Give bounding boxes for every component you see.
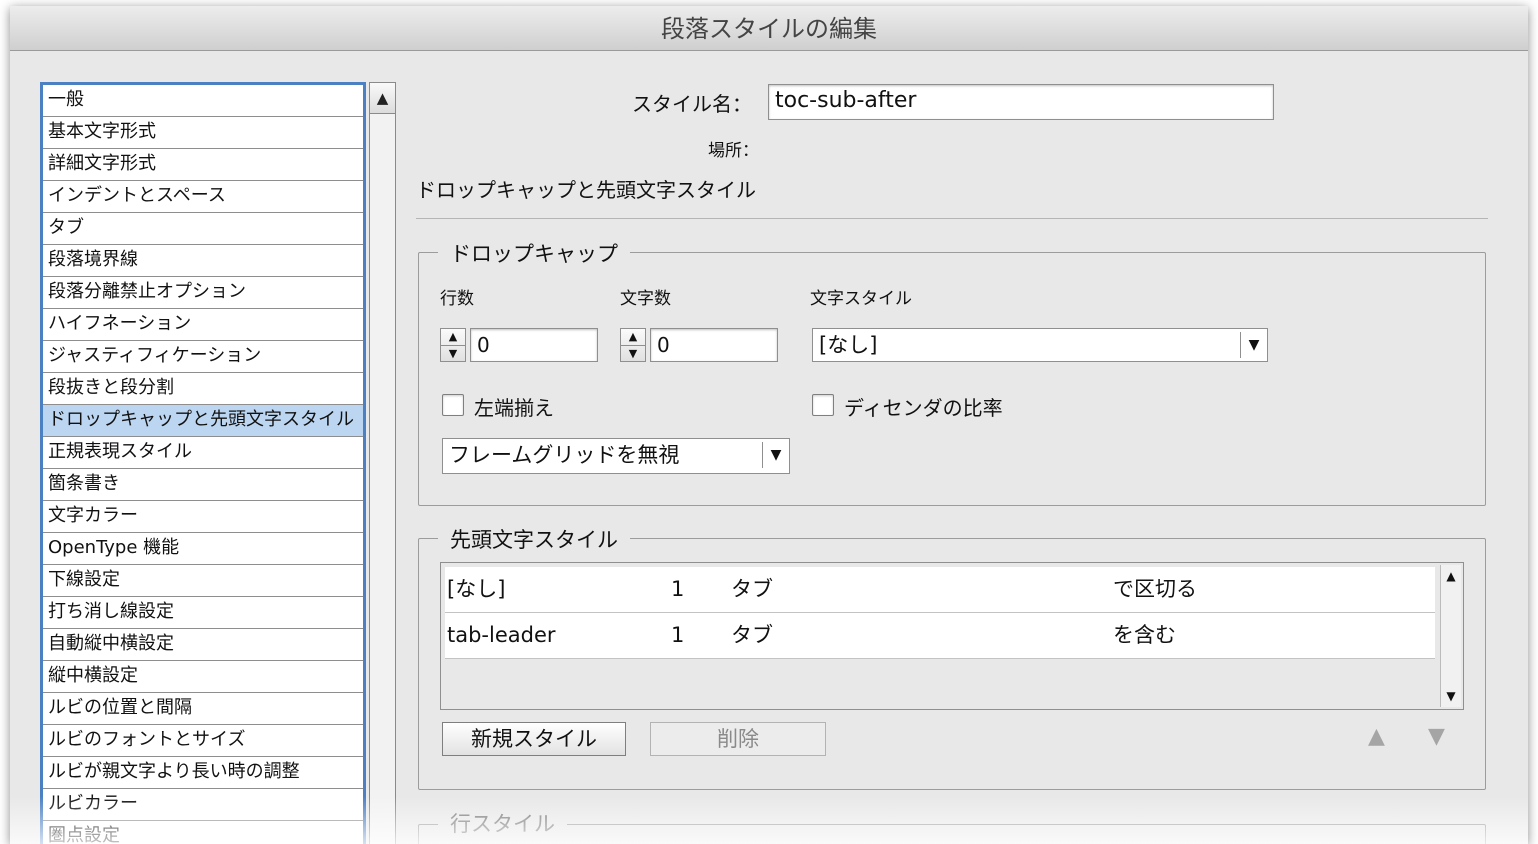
category-item[interactable]: ルビカラー <box>43 789 363 821</box>
delete-button[interactable]: 削除 <box>650 722 826 756</box>
nested-styles-table[interactable]: ▲ ▼ [なし] 1 タブ で区切る tab-leader 1 タブ を含む <box>440 562 1464 710</box>
move-up-arrow-icon[interactable]: ▲ <box>1368 724 1385 749</box>
chars-label: 文字数 <box>620 289 671 309</box>
cell-style: tab-leader <box>447 623 556 647</box>
cell-delimiter: タブ <box>731 623 773 647</box>
category-item[interactable]: 文字カラー <box>43 501 363 533</box>
category-item[interactable]: ハイフネーション <box>43 309 363 341</box>
category-list[interactable]: 一般 基本文字形式 詳細文字形式 インデントとスペース タブ 段落境界線 段落分離禁止オプシ… <box>40 82 366 844</box>
section-title: ドロップキャップと先頭文字スタイル <box>416 178 756 202</box>
category-item[interactable]: OpenType 機能 <box>43 533 363 565</box>
cell-mode: を含む <box>1113 623 1176 647</box>
scroll-up-arrow-icon[interactable]: ▲ <box>370 83 395 114</box>
frame-grid-value: フレームグリッドを無視 <box>449 443 680 467</box>
align-left-checkbox[interactable] <box>442 394 464 416</box>
drop-cap-group-title: ドロップキャップ <box>438 238 630 268</box>
cell-count: 1 <box>671 623 685 647</box>
category-item[interactable]: ルビのフォントとサイズ <box>43 725 363 757</box>
lines-label: 行数 <box>440 289 474 309</box>
descender-scale-checkbox[interactable] <box>812 394 834 416</box>
cell-count: 1 <box>671 577 685 601</box>
chars-input[interactable]: 0 <box>650 328 778 362</box>
move-down-arrow-icon[interactable]: ▼ <box>1428 724 1445 749</box>
table-scrollbar[interactable]: ▲ ▼ <box>1440 565 1461 707</box>
cell-style: [なし] <box>447 577 506 601</box>
category-item[interactable]: インデントとスペース <box>43 181 363 213</box>
lines-input[interactable]: 0 <box>470 328 598 362</box>
line-styles-group-title: 行スタイル <box>438 808 567 838</box>
category-item[interactable]: 圏点設定 <box>43 821 363 844</box>
location-label: 場所： <box>708 141 759 161</box>
dialog-title: 段落スタイルの編集 <box>10 6 1528 51</box>
new-style-button[interactable]: 新規スタイル <box>442 722 626 756</box>
category-item[interactable]: 段落境界線 <box>43 245 363 277</box>
chevron-down-icon: ▼ <box>1240 332 1267 358</box>
char-style-label: 文字スタイル <box>810 289 912 309</box>
lines-stepper[interactable]: ▲ ▼ <box>440 328 466 362</box>
category-item[interactable]: 正規表現スタイル <box>43 437 363 469</box>
chevron-down-icon: ▼ <box>762 442 789 468</box>
section-divider <box>416 218 1488 219</box>
paragraph-style-dialog: 段落スタイルの編集 一般 基本文字形式 詳細文字形式 インデントとスペース タブ 段落境界… <box>10 6 1528 844</box>
category-item[interactable]: ドロップキャップと先頭文字スタイル <box>43 405 363 437</box>
category-item[interactable]: 自動縦中横設定 <box>43 629 363 661</box>
category-item[interactable]: ルビの位置と間隔 <box>43 693 363 725</box>
cell-delimiter: タブ <box>731 577 773 601</box>
stepper-down-icon[interactable]: ▼ <box>441 346 465 362</box>
descender-scale-label: ディセンダの比率 <box>844 396 1003 420</box>
style-name-label: スタイル名： <box>632 92 752 116</box>
char-style-value: [なし] <box>819 333 878 357</box>
category-scrollbar[interactable]: ▲ <box>369 82 396 844</box>
line-styles-group <box>418 824 1486 844</box>
category-item[interactable]: 縦中横設定 <box>43 661 363 693</box>
style-name-input[interactable]: toc-sub-after <box>768 84 1274 120</box>
stepper-down-icon[interactable]: ▼ <box>621 346 645 362</box>
stepper-up-icon[interactable]: ▲ <box>441 329 465 346</box>
category-item[interactable]: 基本文字形式 <box>43 117 363 149</box>
nested-styles-group-title: 先頭文字スタイル <box>438 524 630 554</box>
category-item[interactable]: 箇条書き <box>43 469 363 501</box>
scroll-up-arrow-icon[interactable]: ▲ <box>1441 565 1461 587</box>
category-item[interactable]: タブ <box>43 213 363 245</box>
category-item[interactable]: 打ち消し線設定 <box>43 597 363 629</box>
category-item[interactable]: 段抜きと段分割 <box>43 373 363 405</box>
category-item[interactable]: 下線設定 <box>43 565 363 597</box>
table-row[interactable]: [なし] 1 タブ で区切る <box>445 567 1435 613</box>
table-row[interactable]: tab-leader 1 タブ を含む <box>445 613 1435 659</box>
cell-mode: で区切る <box>1113 577 1197 601</box>
char-style-dropdown[interactable]: [なし] ▼ <box>812 328 1268 362</box>
align-left-label: 左端揃え <box>474 396 554 420</box>
category-item[interactable]: 詳細文字形式 <box>43 149 363 181</box>
category-item[interactable]: ジャスティフィケーション <box>43 341 363 373</box>
category-item[interactable]: 段落分離禁止オプション <box>43 277 363 309</box>
category-item[interactable]: 一般 <box>43 85 363 117</box>
frame-grid-dropdown[interactable]: フレームグリッドを無視 ▼ <box>442 438 790 474</box>
chars-stepper[interactable]: ▲ ▼ <box>620 328 646 362</box>
stepper-up-icon[interactable]: ▲ <box>621 329 645 346</box>
category-item[interactable]: ルビが親文字より長い時の調整 <box>43 757 363 789</box>
scroll-down-arrow-icon[interactable]: ▼ <box>1441 685 1461 707</box>
